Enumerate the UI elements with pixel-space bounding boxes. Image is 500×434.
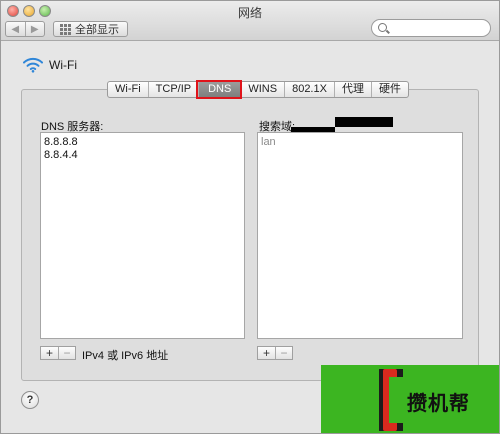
add-dns-button[interactable]: +: [41, 347, 58, 359]
remove-dns-button[interactable]: −: [58, 347, 75, 359]
logo-mark: [379, 369, 403, 431]
watermark-text: 攒机帮: [407, 391, 470, 415]
nav-group: ◀ ▶: [5, 21, 45, 37]
redaction-bar: [335, 117, 393, 127]
search-icon: [378, 23, 387, 32]
dns-servers-list[interactable]: 8.8.8.8 8.8.4.4: [40, 132, 245, 339]
dns-hint: IPv4 或 IPv6 地址: [82, 350, 169, 362]
back-button[interactable]: ◀: [6, 22, 25, 36]
dns-add-remove: + −: [40, 346, 76, 360]
toolbar: 网络 ◀ ▶ 全部显示: [1, 1, 499, 41]
tab-tcpip[interactable]: TCP/IP: [147, 82, 198, 97]
tab-wifi[interactable]: Wi-Fi: [108, 82, 148, 97]
chevron-left-icon: ◀: [11, 23, 20, 35]
wifi-icon: [23, 57, 43, 73]
list-item[interactable]: 8.8.4.4: [41, 149, 244, 162]
tab-hardware[interactable]: 硬件: [370, 82, 408, 97]
list-item[interactable]: 8.8.8.8: [41, 136, 244, 149]
forward-button[interactable]: ▶: [24, 22, 45, 36]
tab-8021x[interactable]: 802.1X: [284, 82, 334, 97]
add-search-domain-button[interactable]: +: [258, 347, 275, 359]
chevron-right-icon: ▶: [30, 23, 39, 35]
show-all-label: 全部显示: [75, 24, 119, 36]
interface-name: Wi-Fi: [49, 58, 77, 72]
search-field[interactable]: [371, 19, 491, 37]
remove-search-domain-button[interactable]: −: [275, 347, 292, 359]
tab-dns[interactable]: DNS: [196, 80, 243, 99]
watermark-logo: 攒机帮: [321, 365, 499, 433]
search-domain-add-remove: + −: [257, 346, 293, 360]
show-all-button[interactable]: 全部显示: [53, 21, 128, 37]
settings-tabs: Wi-Fi TCP/IP DNS WINS 802.1X 代理 硬件: [107, 80, 409, 99]
tab-proxy[interactable]: 代理: [333, 82, 371, 97]
grid-icon: [60, 23, 71, 35]
tab-wins[interactable]: WINS: [240, 82, 284, 97]
interface-header: Wi-Fi: [23, 57, 77, 73]
help-button[interactable]: ?: [21, 391, 39, 409]
search-domains-list[interactable]: lan: [257, 132, 463, 339]
list-item[interactable]: lan: [258, 136, 462, 149]
network-preferences-window: 网络 ◀ ▶ 全部显示 Wi-Fi Wi-Fi TCP/IP DNS WINS …: [0, 0, 500, 434]
